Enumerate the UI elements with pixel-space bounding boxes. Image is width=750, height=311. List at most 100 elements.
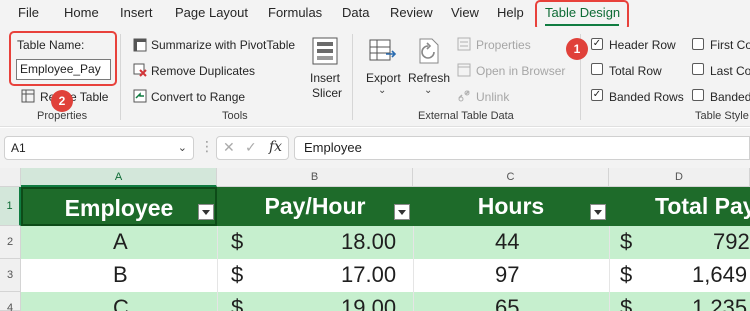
column-header-c[interactable]: C xyxy=(413,168,609,187)
insert-slicer-label-2[interactable]: Slicer xyxy=(312,86,342,100)
header-row-checkbox[interactable]: ✓ xyxy=(591,38,603,50)
name-box-value: A1 xyxy=(11,141,26,155)
export-chevron-down-icon[interactable]: ⌄ xyxy=(378,85,386,96)
cell-currency[interactable]: $ xyxy=(620,262,632,288)
tab-data[interactable]: Data xyxy=(342,5,369,20)
row-header-2[interactable]: 2 xyxy=(0,226,21,259)
pivottable-icon xyxy=(133,38,147,52)
tab-view[interactable]: View xyxy=(451,5,479,20)
column-header-a[interactable]: A xyxy=(21,168,217,187)
cell-employee[interactable]: B xyxy=(113,262,128,288)
banded-rows-label: Banded Rows xyxy=(609,90,684,104)
first-column-label: First Co xyxy=(710,38,750,52)
cell-pay[interactable]: 17.00 xyxy=(341,262,396,288)
refresh-button[interactable]: Refresh xyxy=(408,71,450,85)
ribbon-separator xyxy=(352,34,353,120)
cell-employee[interactable]: C xyxy=(113,295,129,311)
cell-currency[interactable]: $ xyxy=(620,295,632,311)
total-row-checkbox[interactable] xyxy=(591,63,603,75)
cell-currency[interactable]: $ xyxy=(231,295,243,311)
annotation-badge-1: 1 xyxy=(566,38,588,60)
header-row-label: Header Row xyxy=(609,38,676,52)
header-pay-hour-text: Pay/Hour xyxy=(264,193,366,219)
last-column-checkbox[interactable] xyxy=(692,63,704,75)
properties-button[interactable]: Properties xyxy=(476,38,531,52)
name-box[interactable]: A1 ⌄ xyxy=(4,136,194,160)
group-label-external-table-data: External Table Data xyxy=(418,110,514,122)
remove-duplicates-button[interactable]: Remove Duplicates xyxy=(151,64,255,78)
row-header-3[interactable]: 3 xyxy=(0,259,21,292)
tab-formulas[interactable]: Formulas xyxy=(268,5,322,20)
unlink-icon xyxy=(458,90,470,102)
select-all-corner[interactable] xyxy=(0,168,21,187)
menu-bar: File Home Insert Page Layout Formulas Da… xyxy=(0,0,750,27)
row-header-4[interactable]: 4 xyxy=(0,292,21,311)
open-in-browser-icon xyxy=(457,63,471,77)
banded-rows-checkbox[interactable]: ✓ xyxy=(591,89,603,101)
cell-currency[interactable]: $ xyxy=(231,262,243,288)
tab-help[interactable]: Help xyxy=(497,5,524,20)
column-header-b[interactable]: B xyxy=(217,168,413,187)
total-row-label: Total Row xyxy=(609,64,662,78)
table-row: B $ 17.00 97 $ 1,649 xyxy=(21,259,750,292)
cell-total[interactable]: 792 xyxy=(713,229,750,255)
cell-total[interactable]: 1,649 xyxy=(692,262,747,288)
annotation-box-table-name xyxy=(9,31,117,86)
group-label-tools: Tools xyxy=(222,110,248,122)
first-column-checkbox[interactable] xyxy=(692,38,704,50)
cancel-icon[interactable]: ✕ xyxy=(223,139,235,156)
formula-input[interactable]: Employee xyxy=(294,136,750,160)
cell-currency[interactable]: $ xyxy=(231,229,243,255)
unlink-button[interactable]: Unlink xyxy=(476,90,509,104)
row-header-1[interactable]: 1 xyxy=(0,187,21,226)
export-icon xyxy=(369,39,397,61)
table-row: C $ 19.00 65 $ 1,235 xyxy=(21,292,750,311)
header-cell-hours[interactable]: Hours xyxy=(413,187,609,226)
insert-slicer-icon xyxy=(312,37,338,65)
more-options-icon[interactable]: ⋮ xyxy=(200,138,214,155)
cell-currency[interactable]: $ xyxy=(620,229,632,255)
tab-review[interactable]: Review xyxy=(390,5,433,20)
convert-to-range-button[interactable]: Convert to Range xyxy=(151,90,245,104)
ribbon-separator xyxy=(120,34,121,120)
refresh-chevron-down-icon[interactable]: ⌄ xyxy=(424,85,432,96)
export-button[interactable]: Export xyxy=(366,71,401,85)
cell-pay[interactable]: 19.00 xyxy=(341,295,396,311)
remove-duplicates-icon xyxy=(133,63,147,77)
group-label-table-style-options: Table Style xyxy=(695,110,749,122)
resize-table-icon xyxy=(21,89,35,103)
header-cell-total-pay[interactable]: Total Pay xyxy=(609,187,750,226)
summarize-pivottable-button[interactable]: Summarize with PivotTable xyxy=(151,38,295,52)
banded-columns-checkbox[interactable] xyxy=(692,89,704,101)
tab-file[interactable]: File xyxy=(18,5,39,20)
cell-hours[interactable]: 65 xyxy=(495,295,519,311)
insert-function-icon[interactable]: fx xyxy=(269,139,282,155)
chevron-down-icon[interactable]: ⌄ xyxy=(178,137,187,159)
insert-slicer-label-1[interactable]: Insert xyxy=(310,71,340,85)
tab-home[interactable]: Home xyxy=(64,5,99,20)
grid-line xyxy=(413,226,414,311)
table-row: A $ 18.00 44 $ 792 xyxy=(21,226,750,259)
cell-hours[interactable]: 44 xyxy=(495,229,519,255)
header-cell-employee[interactable]: Employee xyxy=(21,187,217,226)
cell-pay[interactable]: 18.00 xyxy=(341,229,396,255)
formula-bar: A1 ⌄ ⋮ ✕ ✓ fx Employee xyxy=(0,128,750,168)
tab-insert[interactable]: Insert xyxy=(120,5,153,20)
filter-dropdown-pay-hour[interactable] xyxy=(394,204,410,220)
tab-page-layout[interactable]: Page Layout xyxy=(175,5,248,20)
cell-employee[interactable]: A xyxy=(113,229,128,255)
column-header-d[interactable]: D xyxy=(609,168,750,187)
header-cell-pay-hour[interactable]: Pay/Hour xyxy=(217,187,413,226)
cell-total[interactable]: 1,235 xyxy=(692,295,747,311)
cell-hours[interactable]: 97 xyxy=(495,262,519,288)
filter-dropdown-hours[interactable] xyxy=(590,204,606,220)
grid-line xyxy=(609,226,610,311)
filter-dropdown-employee[interactable] xyxy=(198,204,214,220)
header-employee-text: Employee xyxy=(64,195,174,221)
open-in-browser-button[interactable]: Open in Browser xyxy=(476,64,565,78)
enter-icon[interactable]: ✓ xyxy=(245,139,257,156)
formula-controls: ✕ ✓ fx xyxy=(216,136,289,160)
header-total-pay-text: Total Pay xyxy=(655,193,750,219)
last-column-label: Last Co xyxy=(710,64,750,78)
header-hours-text: Hours xyxy=(477,193,545,219)
